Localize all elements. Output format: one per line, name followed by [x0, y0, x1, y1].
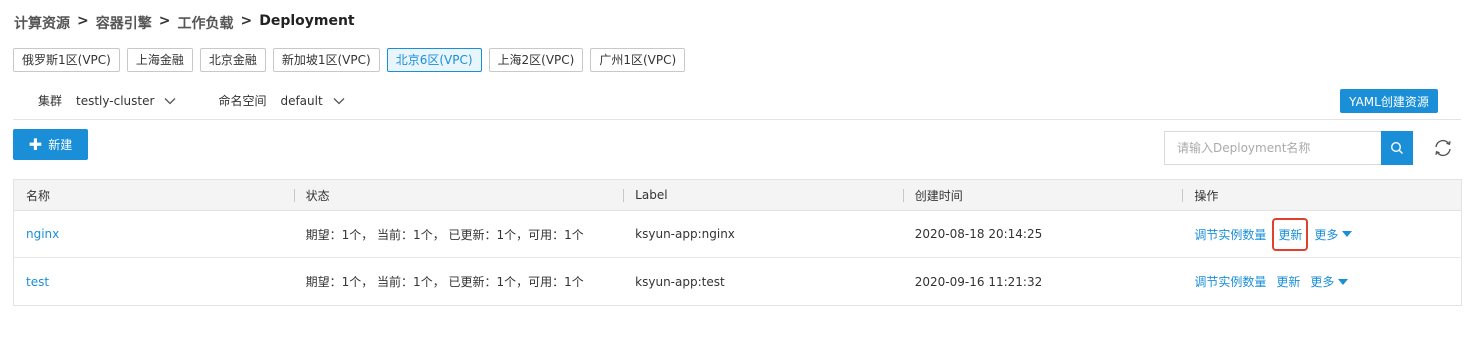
scale-instances-link[interactable]: 调节实例数量 — [1194, 226, 1266, 243]
region-selector: 俄罗斯1区(VPC) 上海金融 北京金融 新加坡1区(VPC) 北京6区(VPC… — [13, 48, 686, 72]
column-header-label: Label — [623, 180, 903, 210]
region-tab-shanghai-2[interactable]: 上海2区(VPC) — [488, 48, 584, 72]
status-cell: 期望：1个， 当前：1个， 已更新：1个，可用：1个 — [305, 227, 584, 242]
breadcrumb-compute[interactable]: 计算资源 — [14, 13, 70, 33]
cluster-label: 集群 — [38, 94, 63, 108]
chevron-down-icon[interactable] — [164, 96, 176, 106]
breadcrumb: 计算资源 > 容器引擎 > 工作负载 > Deployment — [14, 13, 355, 33]
more-label: 更多 — [1310, 275, 1335, 289]
new-button-label: 新建 — [48, 138, 73, 152]
filter-bar: 集群 testly-cluster 命名空间 default — [38, 92, 387, 109]
status-cell: 期望：1个， 当前：1个， 已更新：1个，可用：1个 — [305, 275, 584, 289]
search-box — [1164, 131, 1413, 165]
divider — [13, 119, 1461, 120]
table-row: nginx 期望：1个， 当前：1个， 已更新：1个，可用：1个 ksyun-a… — [14, 211, 1461, 258]
more-label: 更多 — [1314, 227, 1339, 242]
column-header-actions: 操作 — [1182, 180, 1461, 210]
refresh-icon[interactable] — [1432, 137, 1454, 159]
label-cell: ksyun-app:nginx — [635, 227, 735, 241]
breadcrumb-deployment: Deployment — [259, 13, 355, 29]
caret-down-icon — [1338, 278, 1349, 285]
namespace-label: 命名空间 — [218, 94, 267, 108]
region-tab-beijing-6[interactable]: 北京6区(VPC) — [386, 48, 482, 72]
deployment-table: 名称 状态 Label 创建时间 操作 nginx 期望：1个， 当前：1个， … — [13, 179, 1462, 306]
breadcrumb-separator: > — [240, 13, 253, 29]
more-dropdown[interactable]: 更多 — [1314, 226, 1353, 243]
region-tab-shanghai-finance[interactable]: 上海金融 — [126, 48, 193, 72]
column-header-status: 状态 — [293, 180, 624, 210]
search-icon — [1390, 141, 1403, 154]
region-tab-guangzhou-1[interactable]: 广州1区(VPC) — [590, 48, 686, 72]
deployment-name-link[interactable]: test — [26, 275, 49, 289]
breadcrumb-separator: > — [77, 13, 89, 29]
region-tab-russia-1[interactable]: 俄罗斯1区(VPC) — [13, 48, 120, 72]
created-time-cell: 2020-08-18 20:14:25 — [914, 227, 1043, 241]
row-actions: 调节实例数量 更新 更多 — [1194, 217, 1461, 251]
update-link[interactable]: 更新 — [1276, 273, 1300, 290]
column-header-name: 名称 — [26, 188, 51, 203]
search-button[interactable] — [1381, 131, 1413, 165]
chevron-down-icon[interactable] — [333, 96, 345, 106]
namespace-select[interactable]: default — [280, 94, 322, 108]
label-cell: ksyun-app:test — [635, 274, 725, 289]
plus-icon: ✚ — [28, 134, 43, 154]
search-input[interactable] — [1164, 131, 1381, 165]
deployment-name-link[interactable]: nginx — [26, 227, 59, 241]
more-dropdown[interactable]: 更多 — [1310, 273, 1349, 290]
table-row: test 期望：1个， 当前：1个， 已更新：1个，可用：1个 ksyun-ap… — [14, 258, 1461, 305]
breadcrumb-container-engine[interactable]: 容器引擎 — [96, 13, 152, 33]
region-tab-singapore-1[interactable]: 新加坡1区(VPC) — [272, 48, 380, 72]
column-header-created: 创建时间 — [902, 180, 1183, 210]
region-tab-beijing-finance[interactable]: 北京金融 — [199, 48, 266, 72]
yaml-create-button[interactable]: YAML创建资源 — [1340, 89, 1438, 113]
created-time-cell: 2020-09-16 11:21:32 — [914, 274, 1043, 289]
row-actions: 调节实例数量 更新 更多 — [1194, 273, 1461, 290]
new-button[interactable]: ✚ 新建 — [13, 129, 88, 160]
table-header: 名称 状态 Label 创建时间 操作 — [14, 180, 1461, 211]
update-link[interactable]: 更新 — [1272, 217, 1309, 251]
scale-instances-link[interactable]: 调节实例数量 — [1194, 273, 1266, 290]
breadcrumb-workload[interactable]: 工作负载 — [177, 13, 233, 33]
breadcrumb-separator: > — [158, 13, 171, 29]
cluster-select[interactable]: testly-cluster — [76, 94, 154, 108]
caret-down-icon — [1342, 231, 1353, 237]
